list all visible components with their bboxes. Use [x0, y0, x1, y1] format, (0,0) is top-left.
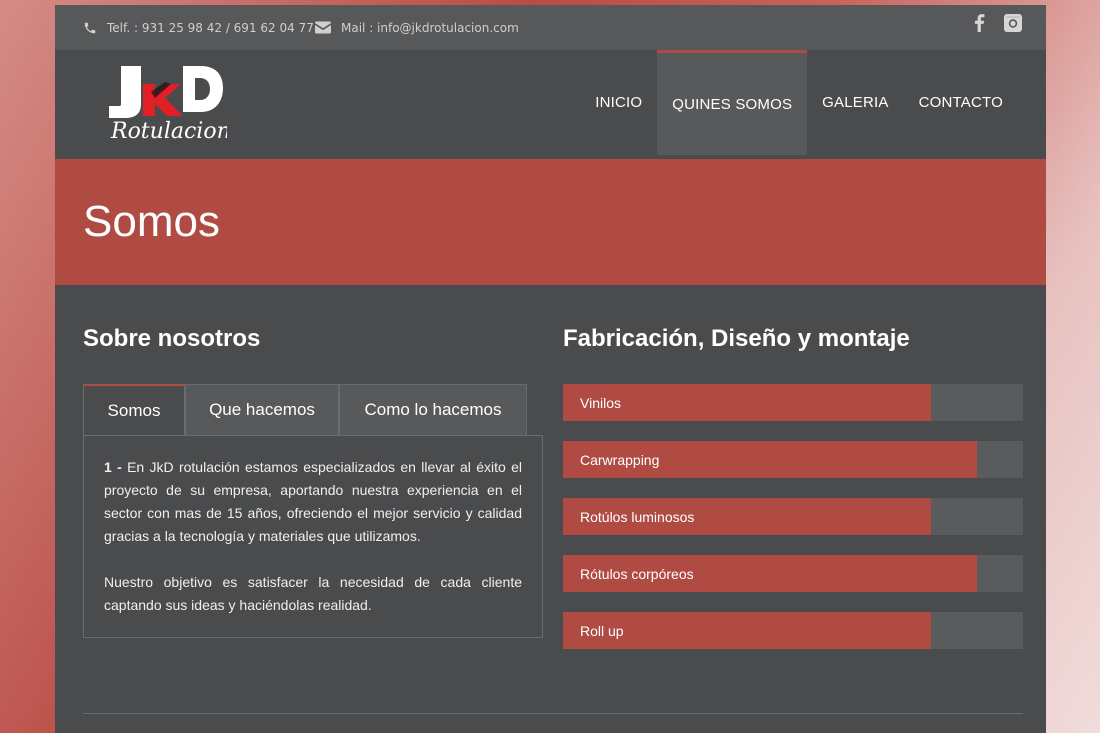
- nav-item-inicio[interactable]: INICIO: [580, 50, 657, 155]
- main-menu: INICIO QUINES SOMOS GALERIA CONTACTO: [580, 50, 1018, 155]
- phone-contact[interactable]: Telf. : 931 25 98 42 / 691 62 04 77: [83, 5, 314, 50]
- skill-label: Rótulos corpóreos: [580, 565, 694, 582]
- about-title: Sobre nosotros: [83, 325, 261, 352]
- skills-title: Fabricación, Diseño y montaje: [563, 325, 910, 352]
- section-divider: [83, 713, 1023, 714]
- skill-label: Vinilos: [580, 394, 621, 411]
- top-bar: Telf. : 931 25 98 42 / 691 62 04 77 Mail…: [55, 5, 1046, 50]
- main-navbar: Rotulacion INICIO QUINES SOMOS GALERIA C…: [55, 50, 1046, 159]
- page-title: Somos: [83, 197, 220, 246]
- svg-text:Rotulacion: Rotulacion: [110, 119, 227, 144]
- about-tabs: Somos Que hacemos Como lo hacemos: [83, 384, 527, 436]
- mail-icon: [315, 21, 331, 35]
- facebook-icon[interactable]: [969, 13, 989, 33]
- phone-icon: [83, 21, 97, 35]
- panel-paragraph-2: Nuestro objetivo es satisfacer la necesi…: [104, 574, 522, 613]
- skill-label: Carwrapping: [580, 451, 660, 468]
- page-title-band: Somos: [55, 159, 1046, 285]
- skill-bar: Roll up: [563, 612, 1023, 649]
- skill-bar: Vinilos: [563, 384, 1023, 421]
- tab-como-lo-hacemos[interactable]: Como lo hacemos: [339, 384, 527, 436]
- skill-bar: Rotúlos luminosos: [563, 498, 1023, 535]
- instagram-icon[interactable]: [1003, 13, 1023, 33]
- mail-contact[interactable]: Mail : info@jkdrotulacion.com: [315, 5, 519, 50]
- paragraph-number: 1 -: [104, 459, 122, 475]
- skill-label: Roll up: [580, 622, 624, 639]
- site-container: Telf. : 931 25 98 42 / 691 62 04 77 Mail…: [55, 5, 1046, 733]
- tab-que-hacemos[interactable]: Que hacemos: [185, 384, 339, 436]
- nav-item-quines-somos[interactable]: QUINES SOMOS: [657, 50, 808, 155]
- nav-item-galeria[interactable]: GALERIA: [807, 50, 903, 155]
- skill-label: Rotúlos luminosos: [580, 508, 695, 525]
- nav-item-contacto[interactable]: CONTACTO: [904, 50, 1018, 155]
- panel-paragraph-1: 1 - En JkD rotulación estamos especializ…: [104, 456, 522, 548]
- tab-somos[interactable]: Somos: [83, 384, 185, 436]
- content-area: Sobre nosotros Fabricación, Diseño y mon…: [55, 285, 1046, 733]
- phone-text: Telf. : 931 25 98 42 / 691 62 04 77: [107, 20, 314, 35]
- tab-panel-somos: 1 - En JkD rotulación estamos especializ…: [83, 435, 543, 638]
- mail-text: Mail : info@jkdrotulacion.com: [341, 20, 519, 35]
- skill-bar: Rótulos corpóreos: [563, 555, 1023, 592]
- paragraph-1-text: En JkD rotulación estamos especializados…: [104, 459, 522, 544]
- skills-list: Vinilos Carwrapping Rotúlos luminosos Ró…: [563, 384, 1023, 669]
- skill-bar: Carwrapping: [563, 441, 1023, 478]
- brand-logo[interactable]: Rotulacion: [107, 62, 231, 146]
